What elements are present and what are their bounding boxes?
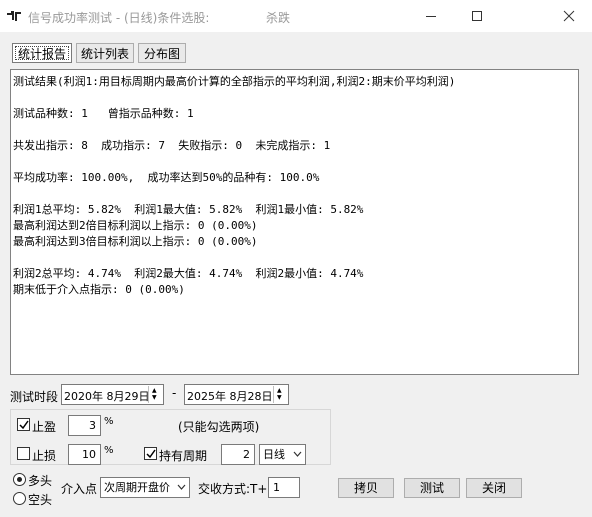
report-line: 共发出指示: 8 成功指示: 7 失败指示: 0 未完成指示: 1 [13, 139, 331, 152]
report-line: 期末低于介入点指示: 0 (0.00%) [13, 283, 185, 296]
long-radio[interactable] [13, 473, 26, 486]
hold-period-unit-select[interactable]: 日线 [259, 444, 306, 465]
stop-loss-unit: % [104, 445, 114, 456]
trade-mode-label: 交收方式:T+ [198, 482, 268, 496]
report-line: 利润1总平均: 5.82% 利润1最大值: 5.82% 利润1最小值: 5.82… [13, 203, 364, 216]
report-line: 测试品种数: 1 曾指示品种数: 1 [13, 107, 194, 120]
start-date-spinner[interactable]: ▲ ▼ [148, 386, 162, 403]
start-date-picker[interactable]: 2020年 8月29日 ▲ ▼ [61, 384, 164, 405]
date-separator: - [172, 386, 177, 400]
close-icon [563, 10, 575, 22]
report-line: 利润2总平均: 4.74% 利润2最大值: 4.74% 利润2最小值: 4.74… [13, 267, 364, 280]
chevron-down-icon [293, 451, 302, 457]
close-button[interactable]: 关闭 [466, 478, 522, 498]
entry-point-value: 次周期开盘价 [104, 481, 170, 494]
short-label: 空头 [28, 493, 53, 507]
maximize-button[interactable] [454, 0, 500, 32]
window-title: 信号成功率测试 - (日线)条件选股: [28, 11, 210, 25]
tab-list[interactable]: 统计列表 [76, 43, 134, 63]
end-date-picker[interactable]: 2025年 8月28日 ▲ ▼ [184, 384, 289, 405]
report-line: 测试结果(利润1:用目标周期内最高价计算的全部指示的平均利润,利润2:期末价平均… [13, 75, 456, 88]
window-title-formula: 杀跌 [266, 11, 291, 25]
stop-loss-label: 止损 [32, 449, 57, 463]
copy-button[interactable]: 拷贝 [338, 478, 394, 498]
report-line: 平均成功率: 100.00%, 成功率达到50%的品种有: 100.0% [13, 171, 320, 184]
test-button[interactable]: 测试 [404, 478, 460, 498]
take-profit-checkbox[interactable] [17, 418, 30, 431]
options-note: (只能勾选两项) [178, 420, 260, 434]
report-line: 最高利润达到2倍目标利润以上指示: 0 (0.00%) [13, 219, 258, 232]
entry-label: 介入点 [61, 482, 98, 496]
hold-period-unit-value: 日线 [263, 448, 285, 461]
stop-loss-input[interactable]: 10 [68, 444, 101, 465]
maximize-icon [472, 11, 482, 21]
long-label: 多头 [28, 474, 53, 488]
check-icon [146, 449, 156, 459]
short-radio[interactable] [13, 492, 26, 505]
hold-period-label: 持有周期 [159, 449, 208, 463]
stop-loss-checkbox[interactable] [17, 447, 30, 460]
take-profit-unit: % [104, 416, 114, 427]
check-icon [19, 420, 29, 430]
tab-report[interactable]: 统计报告 [12, 43, 72, 63]
end-date-value: 2025年 8月28日 [187, 390, 273, 403]
report-text-area[interactable]: 测试结果(利润1:用目标周期内最高价计算的全部指示的平均利润,利润2:期末价平均… [10, 69, 579, 375]
test-period-label: 测试时段 [10, 390, 59, 404]
minimize-icon [426, 16, 436, 17]
entry-point-select[interactable]: 次周期开盘价 [100, 477, 190, 498]
tab-distribution[interactable]: 分布图 [138, 43, 186, 63]
report-line: 最高利润达到3倍目标利润以上指示: 0 (0.00%) [13, 235, 258, 248]
trade-mode-input[interactable]: 1 [268, 477, 300, 498]
start-date-value: 2020年 8月29日 [64, 390, 150, 403]
take-profit-input[interactable]: 3 [68, 415, 101, 436]
end-date-spinner[interactable]: ▲ ▼ [273, 386, 287, 403]
app-icon [7, 11, 21, 21]
chevron-down-icon [177, 483, 186, 492]
hold-period-checkbox[interactable] [144, 447, 157, 460]
hold-period-input[interactable]: 2 [221, 444, 255, 465]
take-profit-label: 止盈 [32, 420, 57, 434]
minimize-button[interactable] [408, 0, 454, 32]
close-window-button[interactable] [546, 0, 592, 32]
title-bar: 信号成功率测试 - (日线)条件选股: 杀跌 [0, 0, 592, 32]
